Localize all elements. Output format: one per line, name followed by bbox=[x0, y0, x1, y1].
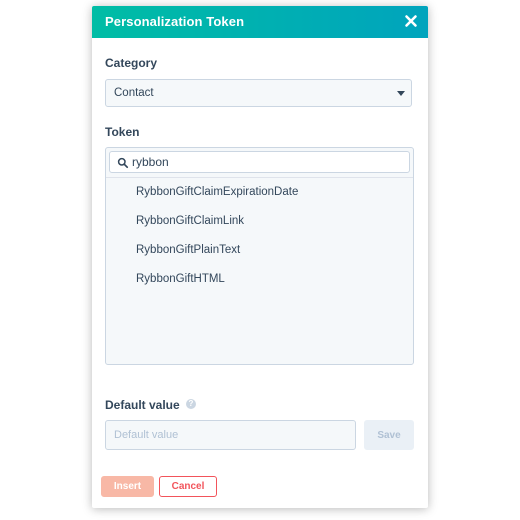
insert-button[interactable]: Insert bbox=[101, 476, 154, 497]
default-value-label: Default value bbox=[105, 398, 180, 412]
category-select[interactable]: Contact bbox=[105, 79, 412, 107]
default-value-input[interactable] bbox=[105, 420, 356, 450]
token-results-list: RybbonGiftClaimExpirationDate RybbonGift… bbox=[106, 178, 413, 294]
cancel-button[interactable]: Cancel bbox=[159, 476, 217, 497]
modal-title: Personalization Token bbox=[105, 14, 245, 29]
save-button[interactable]: Save bbox=[364, 420, 414, 450]
search-icon bbox=[117, 156, 129, 169]
category-selected-value: Contact bbox=[114, 87, 154, 99]
help-icon[interactable]: ? bbox=[186, 399, 196, 409]
token-picker: RybbonGiftClaimExpirationDate RybbonGift… bbox=[105, 147, 414, 365]
personalization-token-modal: Personalization Token Category Contact T… bbox=[92, 6, 428, 508]
modal-header: Personalization Token bbox=[92, 6, 428, 38]
category-label: Category bbox=[105, 56, 158, 70]
token-option[interactable]: RybbonGiftClaimLink bbox=[106, 207, 413, 236]
token-search-input[interactable] bbox=[130, 153, 404, 171]
close-icon[interactable] bbox=[403, 13, 419, 29]
token-option[interactable]: RybbonGiftClaimExpirationDate bbox=[106, 178, 413, 207]
token-search-box bbox=[109, 151, 410, 173]
token-option[interactable]: RybbonGiftHTML bbox=[106, 265, 413, 294]
token-label: Token bbox=[105, 125, 140, 139]
token-option[interactable]: RybbonGiftPlainText bbox=[106, 236, 413, 265]
caret-down-icon bbox=[397, 91, 405, 96]
